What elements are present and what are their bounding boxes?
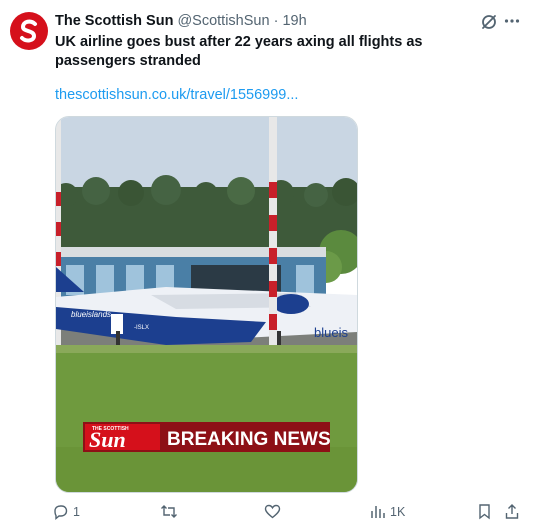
avatar[interactable] xyxy=(10,12,48,50)
reply-count: 1 xyxy=(73,504,80,519)
bookmark-button[interactable] xyxy=(477,503,492,520)
grok-icon[interactable] xyxy=(480,13,498,31)
heart-icon xyxy=(264,504,281,519)
tweet-header: The Scottish Sun @ScottishSun · 19h xyxy=(55,12,485,30)
views-button[interactable]: 1K xyxy=(370,503,405,520)
airline-logo: blueislands xyxy=(71,310,111,319)
reply-button[interactable]: 1 xyxy=(52,503,80,520)
separator-dot: · xyxy=(273,13,279,29)
article-link[interactable]: thescottishsun.co.uk/travel/1556999... xyxy=(55,86,298,104)
banner-brand: Sun xyxy=(89,427,126,452)
retweet-button[interactable] xyxy=(160,503,182,520)
scottish-sun-logo-icon xyxy=(20,19,37,43)
tweet-image[interactable]: blueislands -ISLX blueis THE SCOTTISH Su… xyxy=(55,116,358,493)
share-button[interactable] xyxy=(504,503,520,520)
tweet-text: UK airline goes bust after 22 years axin… xyxy=(55,34,423,69)
action-bar: 1 1K xyxy=(52,503,522,523)
handle[interactable]: @ScottishSun xyxy=(177,13,269,29)
display-name[interactable]: The Scottish Sun xyxy=(55,13,173,29)
more-icon[interactable] xyxy=(503,12,521,30)
share-icon xyxy=(505,504,519,519)
tweet-card[interactable]: The Scottish Sun @ScottishSun · 19h UK a… xyxy=(0,0,545,520)
views-icon xyxy=(371,506,385,518)
plane-livery-text: blueis xyxy=(314,325,348,340)
reply-icon xyxy=(54,505,68,520)
retweet-icon xyxy=(161,505,177,518)
banner-text: BREAKING NEWS xyxy=(167,429,331,450)
striped-pole-right xyxy=(269,117,277,345)
like-button[interactable] xyxy=(264,503,285,520)
timestamp[interactable]: 19h xyxy=(282,13,306,29)
breaking-news-banner: THE SCOTTISH Sun BREAKING NEWS xyxy=(83,422,331,452)
views-count: 1K xyxy=(390,504,406,519)
registration: -ISLX xyxy=(134,325,149,331)
bookmark-icon xyxy=(479,504,490,520)
